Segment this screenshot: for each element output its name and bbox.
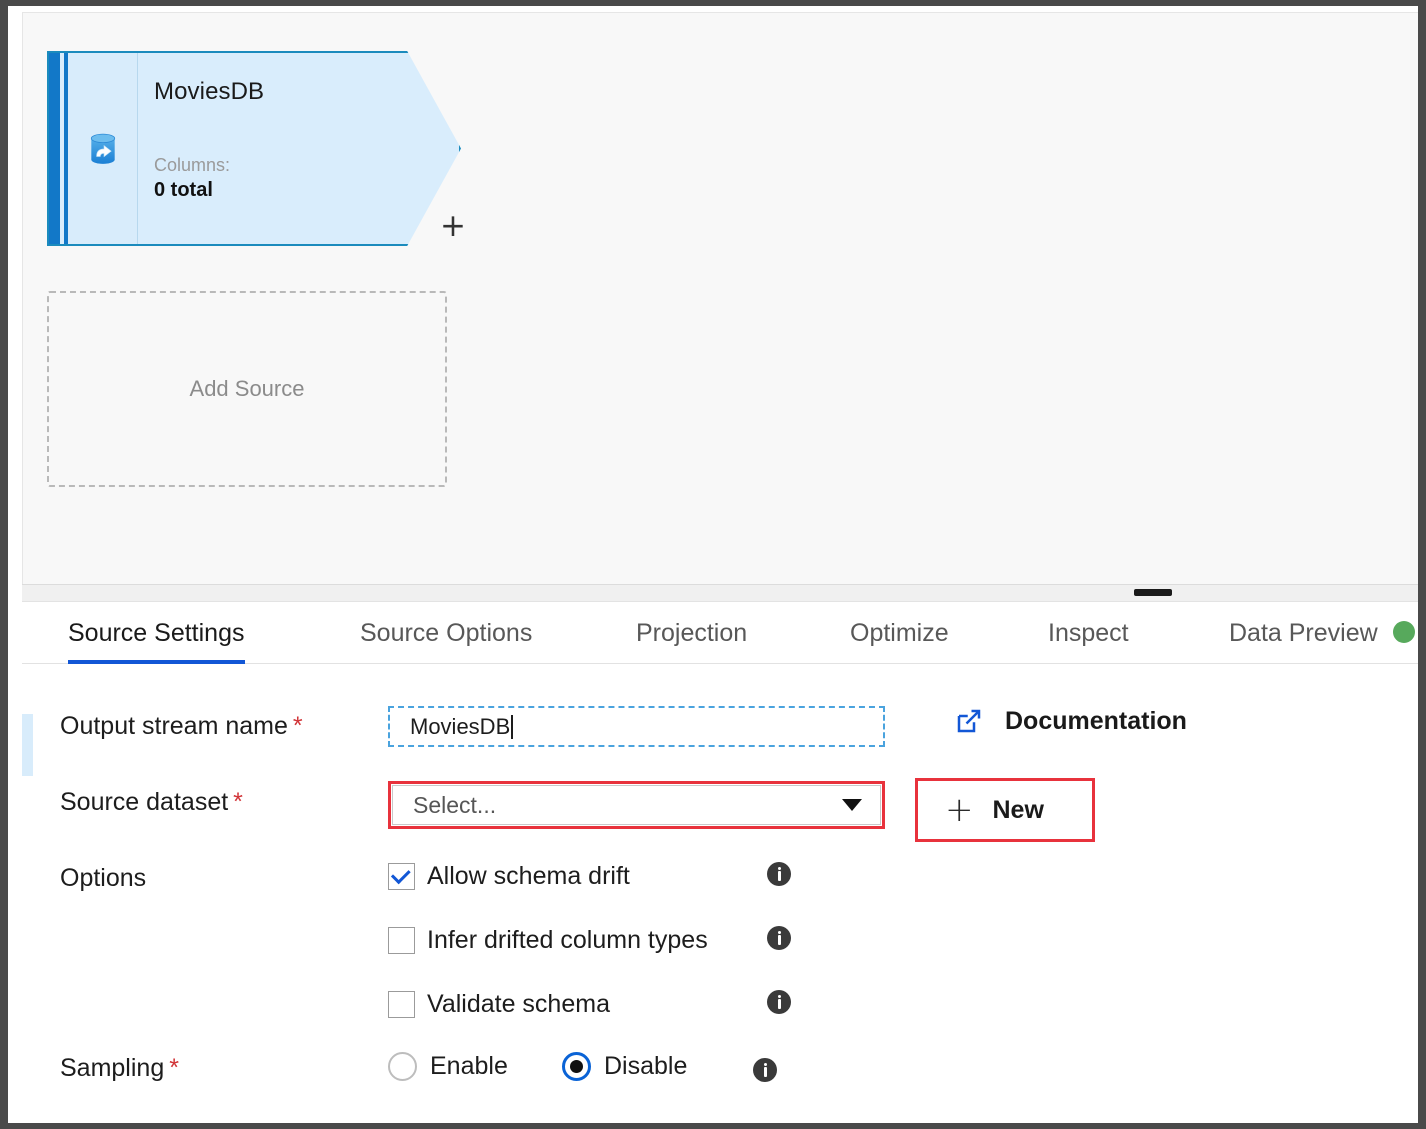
chevron-down-icon[interactable] <box>842 799 862 811</box>
radio-circle[interactable] <box>388 1052 417 1081</box>
checkbox-label: Validate schema <box>427 990 610 1018</box>
source-transformation-node[interactable]: MoviesDB Columns: 0 total <box>47 51 461 246</box>
checkbox-label: Allow schema drift <box>427 862 630 890</box>
node-body: MoviesDB Columns: 0 total <box>147 51 461 246</box>
text-caret <box>511 714 514 739</box>
tab-projection[interactable]: Projection <box>636 602 747 664</box>
add-source-label: Add Source <box>189 376 305 401</box>
radio-circle[interactable] <box>562 1052 591 1081</box>
tab-data-preview[interactable]: Data Preview <box>1229 602 1378 664</box>
required-asterisk: * <box>233 788 243 816</box>
source-dataset-select[interactable]: Select... <box>388 781 885 829</box>
source-dataset-label-text: Source dataset <box>60 788 229 816</box>
node-columns-label: Columns: <box>154 155 231 176</box>
sampling-label: Sampling * <box>60 1054 179 1083</box>
node-accent-stripe <box>49 53 60 244</box>
checkbox-allow-schema-drift[interactable]: Allow schema drift <box>388 862 630 891</box>
required-asterisk: * <box>169 1054 179 1082</box>
checkbox-label: Infer drifted column types <box>427 926 708 954</box>
checkbox-box[interactable] <box>388 927 415 954</box>
checkbox-validate-schema[interactable]: Validate schema <box>388 990 610 1019</box>
output-stream-name-label-text: Output stream name <box>60 712 288 740</box>
documentation-label: Documentation <box>1005 706 1187 735</box>
node-accent-stripe-secondary <box>64 53 68 244</box>
output-stream-name-label: Output stream name * <box>60 712 303 741</box>
documentation-link[interactable]: Documentation <box>954 706 1187 736</box>
node-icon-pane <box>68 53 138 244</box>
splitter-drag-handle[interactable] <box>1134 589 1172 596</box>
radio-label: Disable <box>604 1052 688 1080</box>
node-columns-value: 0 total <box>154 179 213 202</box>
sampling-label-text: Sampling <box>60 1054 165 1082</box>
radio-sampling-enable[interactable]: Enable <box>388 1052 508 1081</box>
data-preview-status-dot <box>1393 621 1415 643</box>
source-dataset-select-inner: Select... <box>392 785 881 825</box>
screenshot-frame: MoviesDB Columns: 0 total + Add Source S… <box>8 6 1418 1123</box>
info-icon-infer-drifted-column-types[interactable] <box>767 926 791 950</box>
settings-tab-bar: Source Settings Source Options Projectio… <box>22 602 1418 664</box>
data-flow-canvas[interactable]: MoviesDB Columns: 0 total + Add Source <box>22 12 1418 584</box>
new-dataset-label: New <box>992 795 1044 824</box>
new-dataset-button[interactable]: + New <box>915 778 1095 842</box>
add-source-placeholder[interactable]: Add Source <box>47 291 447 487</box>
selection-marker <box>22 714 33 776</box>
checkbox-infer-drifted-column-types[interactable]: Infer drifted column types <box>388 926 708 955</box>
node-title: MoviesDB <box>154 78 265 105</box>
panel-splitter[interactable] <box>22 584 1418 602</box>
info-icon-validate-schema[interactable] <box>767 990 791 1014</box>
source-settings-form: Output stream name * MoviesDB Documentati… <box>22 664 1418 1123</box>
options-label: Options <box>60 864 147 892</box>
info-icon-sampling[interactable] <box>753 1058 777 1082</box>
radio-sampling-disable[interactable]: Disable <box>562 1052 687 1081</box>
tab-source-settings[interactable]: Source Settings <box>68 602 245 664</box>
source-dataset-label: Source dataset * <box>60 788 243 817</box>
checkbox-box[interactable] <box>388 863 415 890</box>
required-asterisk: * <box>292 712 303 740</box>
radio-label: Enable <box>430 1052 508 1080</box>
tab-optimize[interactable]: Optimize <box>850 602 949 664</box>
database-source-icon <box>90 133 115 164</box>
output-stream-name-input[interactable]: MoviesDB <box>388 706 885 747</box>
tab-inspect[interactable]: Inspect <box>1048 602 1129 664</box>
output-stream-name-value: MoviesDB <box>410 713 511 739</box>
source-dataset-selected-value: Select... <box>413 791 497 818</box>
tab-source-options[interactable]: Source Options <box>360 602 532 664</box>
checkbox-box[interactable] <box>388 991 415 1018</box>
external-link-icon <box>957 709 981 733</box>
plus-icon: + <box>945 790 974 830</box>
info-icon-allow-schema-drift[interactable] <box>767 862 791 886</box>
